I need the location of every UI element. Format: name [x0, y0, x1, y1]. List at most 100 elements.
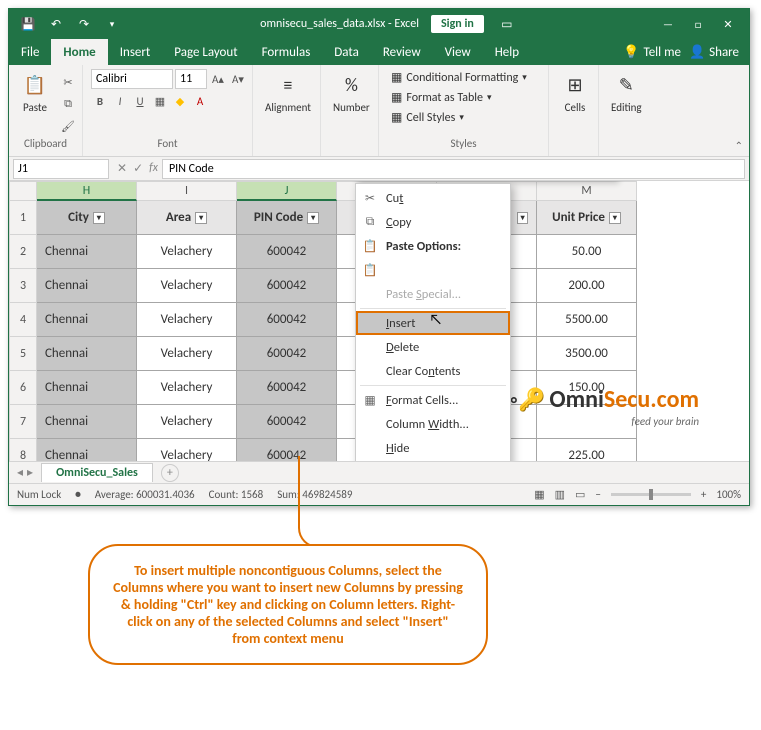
cell[interactable]: Velachery [137, 371, 237, 405]
cell[interactable]: 600042 [237, 303, 337, 337]
cm-cut[interactable]: ✂Cut [356, 186, 510, 210]
cm-paste-icon-button[interactable]: 📋 [356, 258, 510, 282]
collapse-ribbon-icon[interactable]: ⌃ [735, 139, 743, 152]
tab-formulas[interactable]: Formulas [250, 39, 323, 65]
view-pagebreak-icon[interactable]: ▭ [575, 488, 585, 501]
cell[interactable]: 50.00 [537, 235, 637, 269]
tab-help[interactable]: Help [483, 39, 531, 65]
copy-icon[interactable]: ⧉ [59, 95, 77, 113]
ribbon-display-icon[interactable]: ▭ [496, 13, 518, 35]
filter-dropdown-icon[interactable]: ▾ [517, 212, 528, 224]
font-name-combo[interactable]: Calibri [91, 69, 173, 89]
zoom-in-button[interactable]: + [701, 488, 706, 501]
select-all-corner[interactable] [9, 181, 37, 201]
format-painter-icon[interactable]: 🖌 [59, 117, 77, 135]
tab-file[interactable]: File [9, 39, 51, 65]
sheet-tab-active[interactable]: OmniSecu_Sales [41, 463, 153, 482]
row-header-1[interactable]: 1 [9, 201, 37, 235]
cell[interactable]: Chennai [37, 439, 137, 461]
cm-unhide[interactable]: Unhide [356, 460, 510, 461]
cm-column-width[interactable]: Column Width... [356, 412, 510, 436]
cell[interactable]: 600042 [237, 235, 337, 269]
redo-icon[interactable]: ↷ [73, 13, 95, 35]
cell[interactable]: 600042 [237, 405, 337, 439]
undo-icon[interactable]: ↶ [45, 13, 67, 35]
row-header-2[interactable]: 2 [9, 235, 37, 269]
font-color-icon[interactable]: A [191, 92, 209, 110]
cm-clear[interactable]: Clear Contents [356, 359, 510, 383]
formula-input[interactable]: PIN Code [162, 159, 745, 179]
cell[interactable]: Chennai [37, 303, 137, 337]
cut-icon[interactable]: ✂ [59, 73, 77, 91]
italic-button[interactable]: I [111, 92, 129, 110]
sheet-prev-icon[interactable]: ◂ [17, 465, 23, 480]
underline-button[interactable]: U [131, 92, 149, 110]
cm-format-cells[interactable]: ▦Format Cells... [356, 388, 510, 412]
worksheet-grid[interactable]: Calibri 11 A▴ A▾ $ % , ▦ B I ≡ ◆ A ▦ .0 … [9, 181, 749, 461]
column-header-J[interactable]: J [237, 181, 337, 201]
cell[interactable]: Velachery [137, 405, 237, 439]
cell[interactable]: 600042 [237, 269, 337, 303]
cell[interactable]: 600042 [237, 371, 337, 405]
editing-button[interactable]: ✎Editing [607, 69, 646, 116]
tab-page-layout[interactable]: Page Layout [162, 39, 249, 65]
cell[interactable]: Chennai [37, 269, 137, 303]
cell[interactable]: Velachery [137, 303, 237, 337]
row-header-6[interactable]: 6 [9, 371, 37, 405]
zoom-level[interactable]: 100% [716, 488, 741, 501]
header-cell[interactable]: City▾ [37, 201, 137, 235]
conditional-formatting-button[interactable]: ▦Conditional Formatting▾ [387, 69, 531, 86]
tab-review[interactable]: Review [371, 39, 433, 65]
cell[interactable]: Chennai [37, 371, 137, 405]
grow-font-icon[interactable]: A▴ [209, 70, 227, 88]
qat-dropdown-icon[interactable]: ▾ [101, 13, 123, 35]
filter-dropdown-icon[interactable]: ▾ [609, 212, 621, 224]
row-header-4[interactable]: 4 [9, 303, 37, 337]
add-sheet-button[interactable]: + [161, 464, 179, 482]
column-header-M[interactable]: M [537, 181, 637, 201]
cells-button[interactable]: ⊞Cells [557, 69, 593, 116]
save-icon[interactable]: 💾 [17, 13, 39, 35]
header-cell[interactable]: Unit Price▾ [537, 201, 637, 235]
row-header-3[interactable]: 3 [9, 269, 37, 303]
filter-dropdown-icon[interactable]: ▾ [93, 212, 105, 224]
cell[interactable]: Chennai [37, 337, 137, 371]
row-header-7[interactable]: 7 [9, 405, 37, 439]
view-layout-icon[interactable]: ▥ [555, 488, 565, 501]
tab-data[interactable]: Data [322, 39, 371, 65]
fx-icon[interactable]: fx [149, 161, 158, 176]
zoom-out-button[interactable]: − [595, 488, 600, 501]
cancel-formula-icon[interactable]: ✕ [117, 161, 127, 176]
close-button[interactable]: ✕ [715, 13, 741, 35]
alignment-button[interactable]: ≡Alignment [261, 69, 315, 116]
sheet-next-icon[interactable]: ▸ [27, 465, 33, 480]
filter-dropdown-icon[interactable]: ▾ [307, 212, 319, 224]
cell[interactable]: Chennai [37, 235, 137, 269]
macro-icon[interactable]: ⏺ [75, 488, 81, 502]
minimize-button[interactable]: — [655, 13, 681, 35]
cell[interactable]: 200.00 [537, 269, 637, 303]
border-icon[interactable]: ▦ [151, 92, 169, 110]
signin-button[interactable]: Sign in [431, 15, 484, 33]
row-header-8[interactable]: 8 [9, 439, 37, 461]
cell-styles-button[interactable]: ▦Cell Styles▾ [387, 109, 531, 126]
share-button[interactable]: 👤Share [689, 45, 739, 60]
cell[interactable]: 3500.00 [537, 337, 637, 371]
name-box[interactable]: J1 [13, 159, 109, 179]
format-as-table-button[interactable]: ▦Format as Table▾ [387, 89, 531, 106]
enter-formula-icon[interactable]: ✓ [133, 161, 143, 176]
cell[interactable]: Velachery [137, 269, 237, 303]
row-header-5[interactable]: 5 [9, 337, 37, 371]
cell[interactable]: 600042 [237, 337, 337, 371]
column-header-H[interactable]: H [37, 181, 137, 201]
cell[interactable]: 5500.00 [537, 303, 637, 337]
cell[interactable]: Velachery [137, 235, 237, 269]
header-cell[interactable]: PIN Code▾ [237, 201, 337, 235]
filter-dropdown-icon[interactable]: ▾ [195, 212, 207, 224]
view-normal-icon[interactable]: ▦ [534, 488, 544, 501]
fill-color-icon[interactable]: ◆ [171, 92, 189, 110]
cm-hide[interactable]: Hide [356, 436, 510, 460]
column-header-I[interactable]: I [137, 181, 237, 201]
cell[interactable]: 225.00 [537, 439, 637, 461]
cell[interactable]: Velachery [137, 337, 237, 371]
